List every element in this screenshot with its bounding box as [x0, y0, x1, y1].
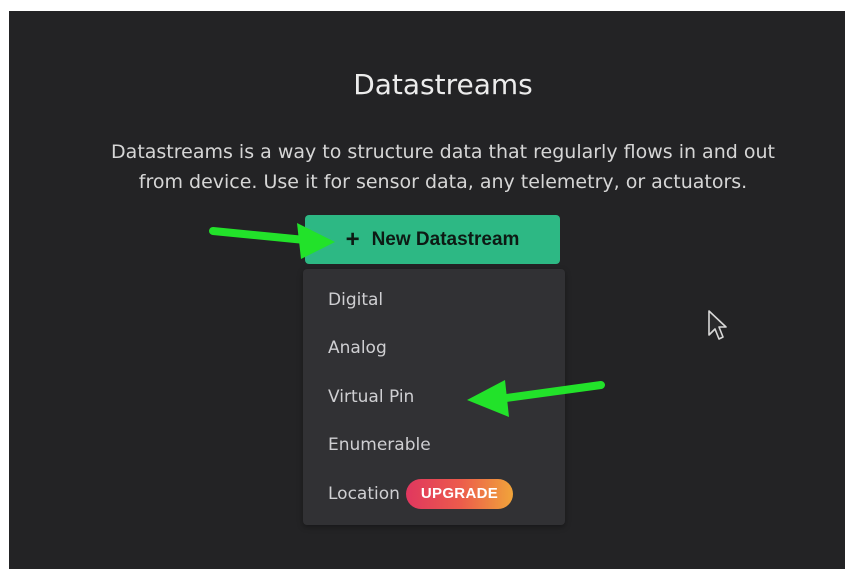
- menu-item-virtual-pin[interactable]: Virtual Pin: [328, 382, 414, 412]
- menu-item-label: Enumerable: [328, 435, 431, 455]
- new-datastream-label: New Datastream: [371, 228, 520, 250]
- arrow-pointing-to-new-datastream: [209, 223, 335, 259]
- plus-icon: +: [345, 225, 360, 253]
- page-title: Datastreams: [353, 68, 533, 101]
- menu-item-digital[interactable]: Digital: [328, 285, 383, 315]
- datastreams-panel: Datastreams Datastreams is a way to stru…: [9, 11, 845, 569]
- menu-item-label: Virtual Pin: [328, 387, 415, 407]
- upgrade-badge[interactable]: UPGRADE: [405, 479, 514, 509]
- menu-item-enumerable[interactable]: Enumerable: [328, 430, 431, 460]
- mouse-cursor-icon: [708, 310, 727, 340]
- menu-item-label: Analog: [328, 338, 387, 358]
- menu-item-analog[interactable]: Analog: [328, 333, 387, 363]
- description-line: Datastreams is a way to structure data t…: [111, 141, 775, 163]
- page-description: Datastreams is a way to structure data t…: [29, 137, 845, 197]
- menu-item-label: Digital: [328, 290, 384, 310]
- arrow-pointing-to-virtual-pin: [467, 380, 605, 417]
- description-line: from device. Use it for sensor data, any…: [138, 171, 748, 193]
- menu-item-location[interactable]: Location UPGRADE: [328, 479, 514, 509]
- menu-item-label: Location: [328, 484, 400, 504]
